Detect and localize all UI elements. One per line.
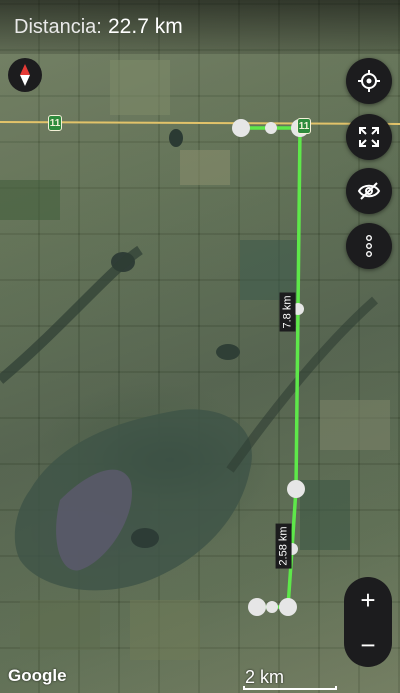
distance-label: Distancia: xyxy=(14,16,102,38)
zoom-in-button[interactable]: + xyxy=(344,577,392,622)
minus-icon: − xyxy=(360,629,376,660)
satellite-map[interactable] xyxy=(0,0,400,693)
scale-label: 2 km xyxy=(245,667,285,687)
segment-distance-label: 2.58 km xyxy=(275,523,292,569)
route-midpoint[interactable] xyxy=(265,122,277,134)
route-midpoint[interactable] xyxy=(266,601,278,613)
plus-icon: + xyxy=(360,584,376,615)
pond xyxy=(131,528,159,548)
segment-distance-label: 7.8 km xyxy=(279,292,296,332)
route-node[interactable] xyxy=(232,119,250,137)
wetland-area xyxy=(14,409,252,591)
scale-bar xyxy=(243,686,337,690)
channel xyxy=(0,245,143,384)
route-node[interactable] xyxy=(287,480,305,498)
locate-button[interactable] xyxy=(346,58,392,104)
toggle-visibility-button[interactable] xyxy=(346,168,392,214)
pond xyxy=(216,344,240,360)
route-node[interactable] xyxy=(248,598,266,616)
highway-shield: 11 xyxy=(297,118,311,134)
distance-header: Distancia: 22.7 km xyxy=(0,0,400,54)
crosshair-icon xyxy=(358,70,380,92)
more-options-button[interactable] xyxy=(346,223,392,269)
route-node[interactable] xyxy=(279,598,297,616)
highway-shield: 11 xyxy=(48,115,62,131)
zoom-out-button[interactable]: − xyxy=(344,622,392,667)
compass-icon xyxy=(20,64,30,86)
google-logo: Google xyxy=(8,666,67,685)
pond xyxy=(169,129,183,147)
eye-off-icon xyxy=(357,182,381,200)
more-vertical-icon xyxy=(366,235,372,257)
compass-button[interactable] xyxy=(8,58,42,92)
channel xyxy=(226,296,378,473)
distance-value: 22.7 km xyxy=(108,15,183,38)
fullscreen-button[interactable] xyxy=(346,114,392,160)
expand-icon xyxy=(359,127,379,147)
map-overlay xyxy=(0,119,400,616)
zoom-controls: + − xyxy=(344,577,392,667)
